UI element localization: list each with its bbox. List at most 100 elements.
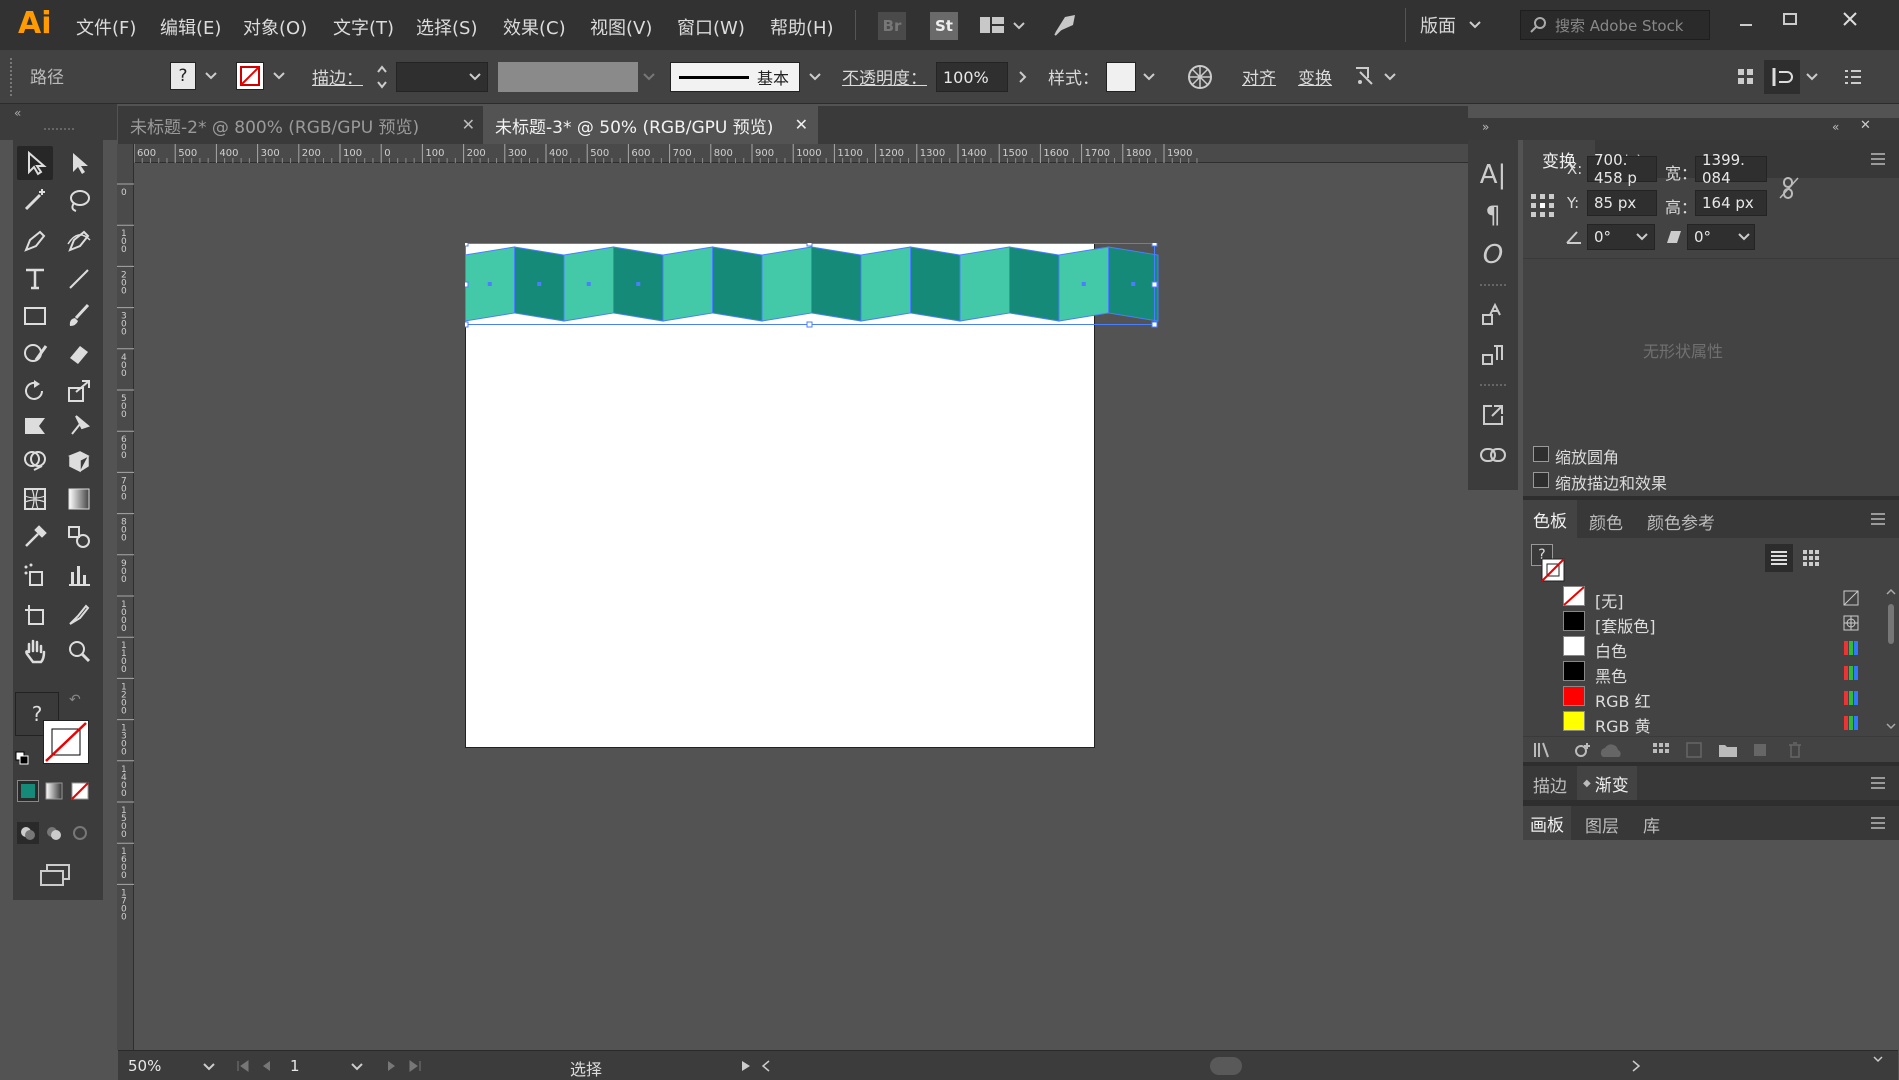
opacity-label[interactable]: 不透明度： [842, 64, 927, 89]
arrange-grid-icon[interactable] [1734, 64, 1758, 90]
workspace-switcher[interactable]: 版面 [1420, 12, 1482, 38]
direct-selection-tool-icon[interactable] [61, 146, 97, 180]
swatch-row-registration[interactable]: [套版色] [1523, 611, 1883, 636]
type-tool-icon[interactable] [17, 262, 53, 296]
export-panel-icon[interactable] [1476, 398, 1510, 432]
add-to-library-icon[interactable] [1573, 741, 1593, 759]
bridge-button[interactable]: Br [878, 12, 906, 40]
tab-stroke[interactable]: 描边 [1533, 772, 1567, 797]
gpu-performance-icon[interactable] [1050, 10, 1080, 40]
selection-tool-icon[interactable] [17, 146, 53, 180]
fill-stroke-indicator[interactable]: ? [1531, 544, 1567, 584]
scroll-left-icon[interactable] [758, 1057, 774, 1075]
last-artboard-icon[interactable] [406, 1057, 424, 1075]
x-input[interactable]: 700. 458 p [1587, 151, 1657, 187]
new-color-group-icon[interactable] [1717, 741, 1739, 759]
close-dock-icon[interactable]: ✕ [1860, 118, 1871, 133]
menu-window[interactable]: 窗口(W) [677, 14, 745, 40]
slice-tool-icon[interactable] [61, 598, 97, 632]
scroll-down-icon[interactable] [1870, 1051, 1886, 1067]
links-panel-icon[interactable] [1476, 438, 1510, 472]
tab-artboards[interactable]: 画板 [1523, 806, 1571, 840]
constrain-proportions-icon[interactable] [1777, 174, 1801, 202]
collapse-toolbox-icon[interactable]: « [14, 106, 21, 120]
mesh-tool-icon[interactable] [17, 482, 53, 516]
tab-color-guide[interactable]: 颜色参考 [1647, 509, 1715, 534]
expand-dock-icon[interactable]: » [1482, 120, 1489, 134]
opentype-panel-icon[interactable]: O [1476, 238, 1510, 272]
zigzag-artwork[interactable] [465, 243, 1165, 333]
draw-inside-icon[interactable] [69, 822, 91, 844]
panel-menu-icon[interactable] [1868, 774, 1888, 792]
fill-dropdown-chevron-icon[interactable] [200, 64, 222, 88]
zoom-tool-icon[interactable] [61, 634, 97, 668]
reference-point-icon[interactable] [1529, 192, 1557, 220]
eyedropper-tool-icon[interactable] [17, 520, 53, 554]
list-view-icon[interactable] [1765, 544, 1793, 572]
paintbrush-tool-icon[interactable] [61, 298, 97, 332]
opacity-arrow-icon[interactable] [1012, 64, 1034, 90]
zigzag-panel[interactable] [662, 246, 713, 322]
swatch-libraries-icon[interactable] [1533, 741, 1555, 759]
panel-menu-icon[interactable] [1868, 510, 1888, 528]
panel-menu-icon[interactable] [1868, 150, 1888, 168]
rotate-tool-icon[interactable] [17, 374, 53, 408]
rotate-chevron-icon[interactable] [1631, 226, 1653, 248]
zigzag-panel[interactable] [712, 246, 763, 322]
rectangle-tool-icon[interactable] [17, 298, 53, 332]
tab-swatches[interactable]: 色板 [1523, 500, 1577, 538]
close-icon[interactable]: ✕ [462, 115, 475, 134]
zigzag-panel[interactable] [860, 246, 911, 322]
screen-mode-icon[interactable] [37, 862, 73, 888]
paragraph-panel-icon[interactable]: ¶ [1476, 198, 1510, 232]
width-tool-icon[interactable] [17, 408, 53, 442]
grid-view-icon[interactable] [1797, 544, 1825, 572]
default-fill-stroke-icon[interactable] [15, 750, 29, 765]
tab-color[interactable]: 颜色 [1589, 509, 1623, 534]
search-input[interactable]: 搜索 Adobe Stock [1555, 15, 1684, 36]
column-graph-tool-icon[interactable] [61, 558, 97, 592]
scale-corners-checkbox[interactable] [1533, 446, 1549, 462]
lasso-tool-icon[interactable] [61, 183, 97, 217]
curvature-tool-icon[interactable] [61, 224, 97, 258]
height-input[interactable]: 164 px [1695, 190, 1767, 216]
artboard-number-input[interactable]: 1 [284, 1054, 334, 1078]
menu-object[interactable]: 对象(O) [243, 14, 307, 40]
close-window-button[interactable] [1830, 4, 1870, 34]
style-chevron-icon[interactable] [1138, 64, 1160, 90]
close-icon[interactable]: ✕ [795, 115, 808, 134]
menu-help[interactable]: 帮助(H) [770, 14, 834, 40]
previous-artboard-icon[interactable] [258, 1057, 276, 1075]
next-artboard-icon[interactable] [382, 1057, 400, 1075]
panel-menu-icon[interactable] [1868, 814, 1888, 832]
variable-width-profile[interactable] [498, 62, 638, 92]
draw-behind-icon[interactable] [43, 822, 65, 844]
gradient-mode-button[interactable] [43, 780, 65, 802]
artboard-chevron-icon[interactable] [348, 1057, 366, 1077]
magic-wand-tool-icon[interactable] [17, 183, 53, 217]
menu-file[interactable]: 文件(F) [76, 14, 136, 40]
shaper-tool-icon[interactable] [17, 336, 53, 370]
graphic-style-swatch[interactable] [1106, 62, 1136, 92]
stroke-label[interactable]: 描边： [312, 64, 363, 89]
character-panel-icon[interactable]: A| [1476, 158, 1510, 192]
stroke-dropdown-chevron-icon[interactable] [268, 64, 290, 88]
swatch-row-black[interactable]: 黑色 [1523, 661, 1883, 686]
first-artboard-icon[interactable] [234, 1057, 252, 1075]
align-button[interactable]: 对齐 [1242, 64, 1276, 89]
scale-stroke-checkbox[interactable] [1533, 472, 1549, 488]
line-tool-icon[interactable] [61, 262, 97, 296]
zoom-chevron-icon[interactable] [200, 1057, 218, 1077]
puppet-chevron-icon[interactable] [1380, 64, 1400, 90]
swatch-scrollbar[interactable] [1885, 586, 1897, 734]
hand-tool-icon[interactable] [17, 634, 53, 668]
stroke-weight-chevron-icon[interactable] [464, 64, 486, 90]
stock-button[interactable]: St [930, 12, 958, 40]
align-chevron-icon[interactable] [1802, 64, 1822, 90]
paragraph-styles-panel-icon[interactable] [1476, 338, 1510, 372]
gradient-tool-icon[interactable] [61, 482, 97, 516]
color-mode-button[interactable] [17, 780, 39, 802]
brush-chevron-icon[interactable] [804, 64, 826, 90]
recolor-artwork-icon[interactable] [1185, 62, 1215, 92]
swatch-row-red[interactable]: RGB 红 [1523, 686, 1883, 711]
